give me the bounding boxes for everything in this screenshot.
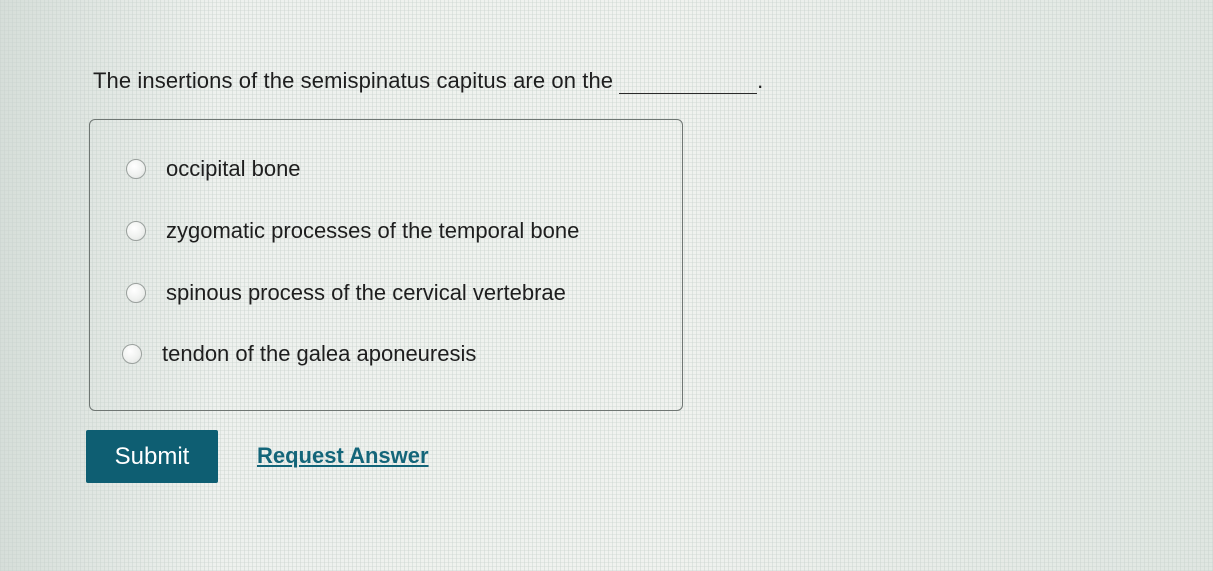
radio-button[interactable] [126,283,146,303]
option-occipital-bone[interactable]: occipital bone [126,156,301,182]
option-label: tendon of the galea aponeuresis [162,341,477,366]
option-label: zygomatic processes of the temporal bone [166,218,580,243]
question-prompt: The insertions of the semispinatus capit… [93,68,763,94]
option-galea-aponeurosis[interactable]: tendon of the galea aponeuresis [122,341,476,367]
answer-blank [619,69,758,94]
radio-button[interactable] [122,344,142,364]
option-zygomatic-processes[interactable]: zygomatic processes of the temporal bone [126,218,579,244]
request-answer-link[interactable]: Request Answer [257,443,429,469]
option-label: occipital bone [166,156,301,181]
answer-options: occipital bone zygomatic processes of th… [89,119,683,411]
option-label: spinous process of the cervical vertebra… [166,280,566,305]
question-text: The insertions of the semispinatus capit… [93,68,614,93]
radio-button[interactable] [126,221,146,241]
radio-button[interactable] [126,159,146,179]
question-period: . [757,68,764,93]
option-spinous-process[interactable]: spinous process of the cervical vertebra… [126,280,566,306]
submit-button[interactable]: Submit [86,430,218,483]
